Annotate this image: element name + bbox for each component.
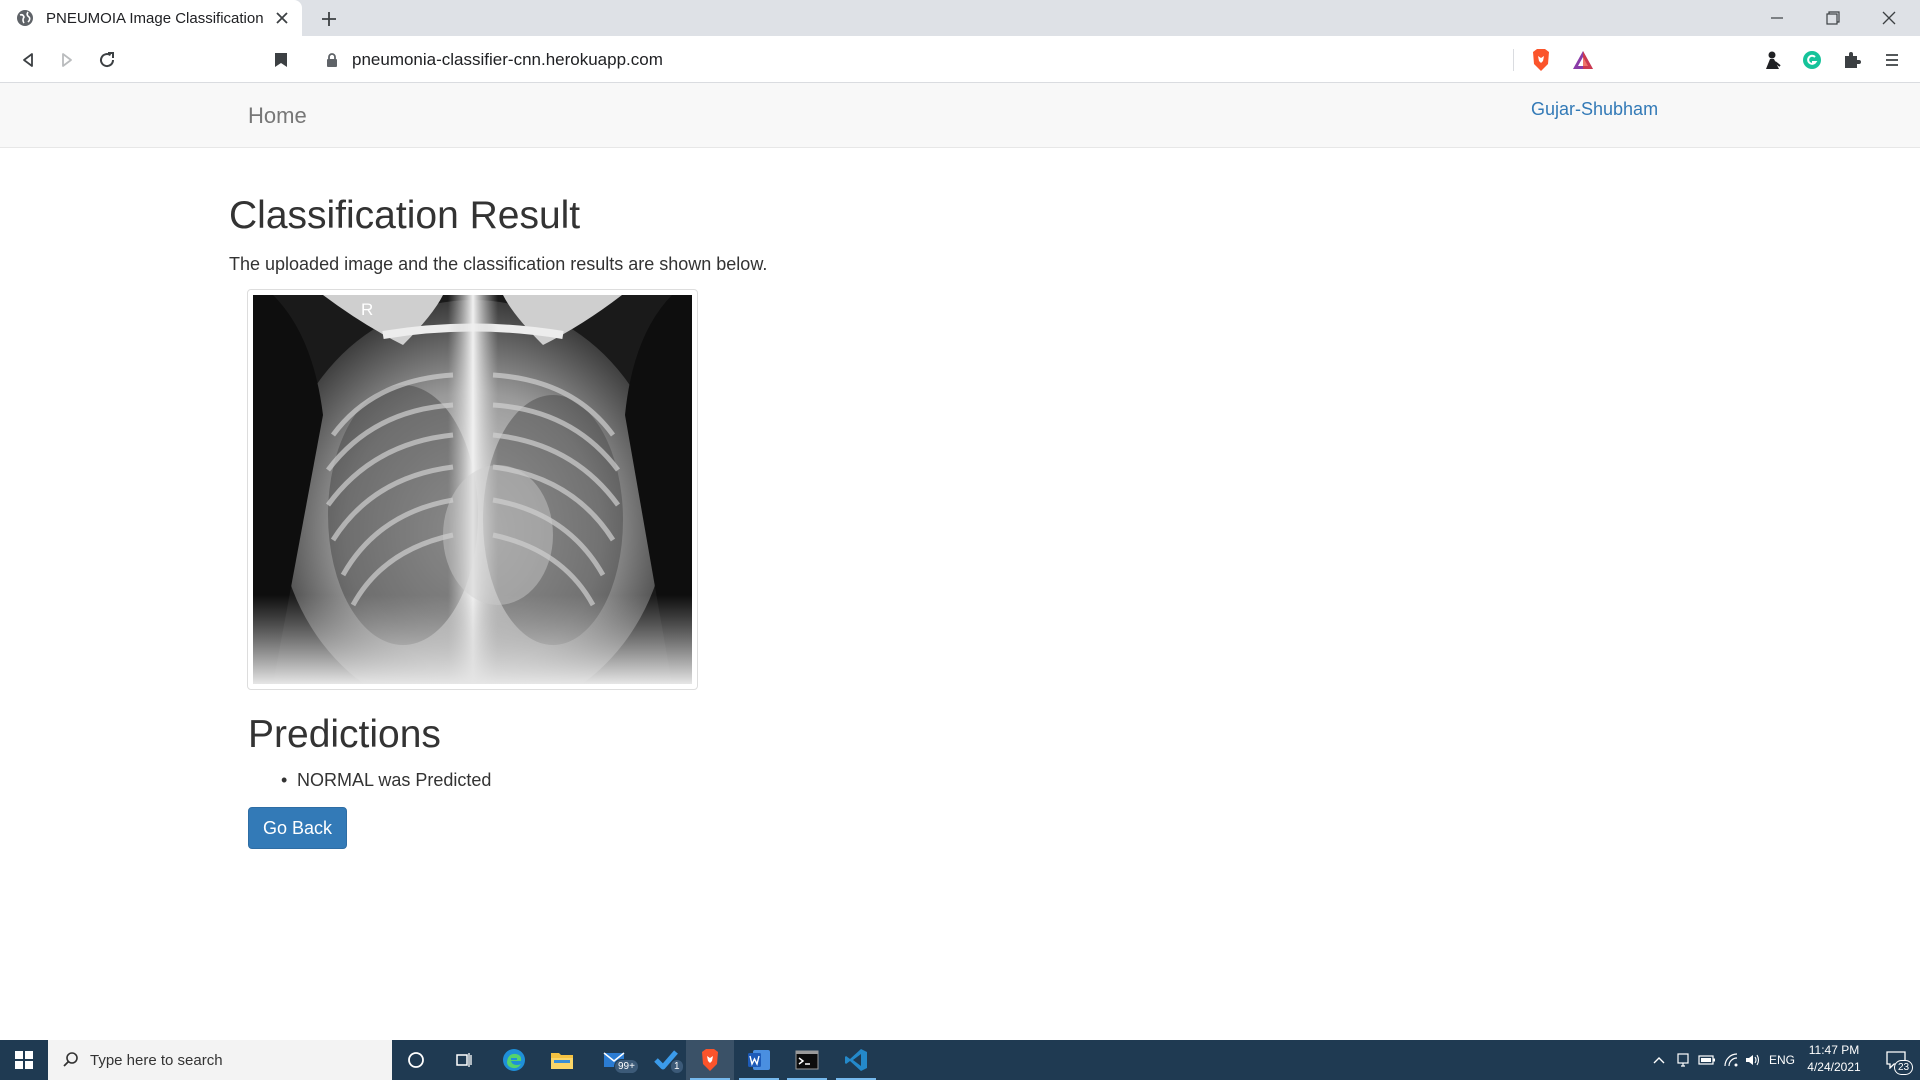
predictions-list: NORMAL was Predicted	[281, 770, 491, 791]
prediction-item: NORMAL was Predicted	[281, 770, 491, 791]
page-subtitle: The uploaded image and the classificatio…	[229, 254, 768, 274]
page-title: Classification Result	[229, 194, 581, 237]
omnibox-divider	[1513, 48, 1514, 71]
clock-date: 4/24/2021	[1807, 1060, 1861, 1074]
extensions-icon[interactable]	[1836, 44, 1868, 76]
notification-count-badge: 23	[1894, 1060, 1914, 1075]
site-navbar: Home Gujar-Shubham	[0, 83, 1920, 148]
forward-icon[interactable]	[51, 44, 83, 76]
cortana-icon[interactable]	[392, 1040, 440, 1080]
todo-count-badge: 1	[670, 1059, 684, 1074]
restore-icon[interactable]	[1805, 0, 1861, 36]
github-user-link[interactable]: Gujar-Shubham	[1531, 99, 1658, 120]
brave-browser-taskbar-icon[interactable]	[686, 1040, 734, 1080]
home-link[interactable]: Home	[248, 103, 307, 129]
brave-shields-icon[interactable]	[1528, 47, 1554, 73]
search-placeholder: Type here to search	[90, 1051, 223, 1069]
tab-title: PNEUMOIA Image Classification	[46, 9, 264, 27]
todo-icon[interactable]: 1	[642, 1040, 690, 1080]
taskbar-search-box[interactable]: Type here to search	[48, 1040, 392, 1080]
close-tab-icon[interactable]	[270, 6, 294, 30]
show-hidden-icons-icon[interactable]	[1648, 1040, 1670, 1080]
globe-icon	[17, 10, 33, 26]
url-text: pneumonia-classifier-cnn.herokuapp.com	[352, 49, 663, 69]
predictions-heading: Predictions	[248, 713, 441, 756]
volume-icon[interactable]	[1742, 1040, 1764, 1080]
terminal-icon[interactable]	[783, 1040, 831, 1080]
word-icon[interactable]	[735, 1040, 783, 1080]
reload-icon[interactable]	[91, 44, 123, 76]
notification-center-icon[interactable]: 23	[1878, 1040, 1914, 1080]
edge-browser-icon[interactable]	[490, 1040, 538, 1080]
uploaded-image-thumbnail: R	[247, 289, 698, 690]
browser-tab[interactable]: PNEUMOIA Image Classification	[0, 0, 302, 36]
close-window-icon[interactable]	[1861, 0, 1917, 36]
lock-icon	[327, 52, 337, 67]
vscode-icon[interactable]	[832, 1040, 880, 1080]
grammarly-icon[interactable]	[1796, 44, 1828, 76]
task-view-icon[interactable]	[440, 1040, 488, 1080]
mail-icon[interactable]: 99+	[592, 1040, 640, 1080]
wifi-icon[interactable]	[1720, 1040, 1742, 1080]
windows-taskbar: Type here to search 99+ 1 ENG 11:47 PM 4…	[0, 1040, 1920, 1080]
brave-rewards-icon[interactable]	[1570, 47, 1596, 73]
device-icon[interactable]	[1672, 1040, 1694, 1080]
address-bar[interactable]: pneumonia-classifier-cnn.herokuapp.com	[312, 42, 1612, 77]
search-icon	[63, 1052, 78, 1067]
language-indicator[interactable]: ENG	[1764, 1040, 1800, 1080]
menu-icon[interactable]	[1876, 44, 1908, 76]
clock[interactable]: 11:47 PM 4/24/2021	[1796, 1042, 1872, 1078]
chest-xray-image: R	[253, 295, 692, 684]
battery-icon[interactable]	[1696, 1040, 1718, 1080]
clock-time: 11:47 PM	[1808, 1043, 1860, 1057]
profile-silhouette-icon[interactable]	[1756, 44, 1788, 76]
windows-start-icon[interactable]	[0, 1040, 48, 1080]
back-icon[interactable]	[12, 44, 44, 76]
tab-strip: PNEUMOIA Image Classification	[0, 0, 1920, 36]
xray-side-marker: R	[361, 300, 373, 319]
go-back-button[interactable]: Go Back	[248, 807, 347, 849]
browser-toolbar: pneumonia-classifier-cnn.herokuapp.com	[0, 36, 1920, 83]
minimize-icon[interactable]	[1749, 0, 1805, 36]
new-tab-icon[interactable]	[316, 6, 342, 32]
bookmark-icon[interactable]	[265, 44, 297, 76]
file-explorer-icon[interactable]	[538, 1040, 586, 1080]
mail-count-badge: 99+	[614, 1059, 639, 1074]
